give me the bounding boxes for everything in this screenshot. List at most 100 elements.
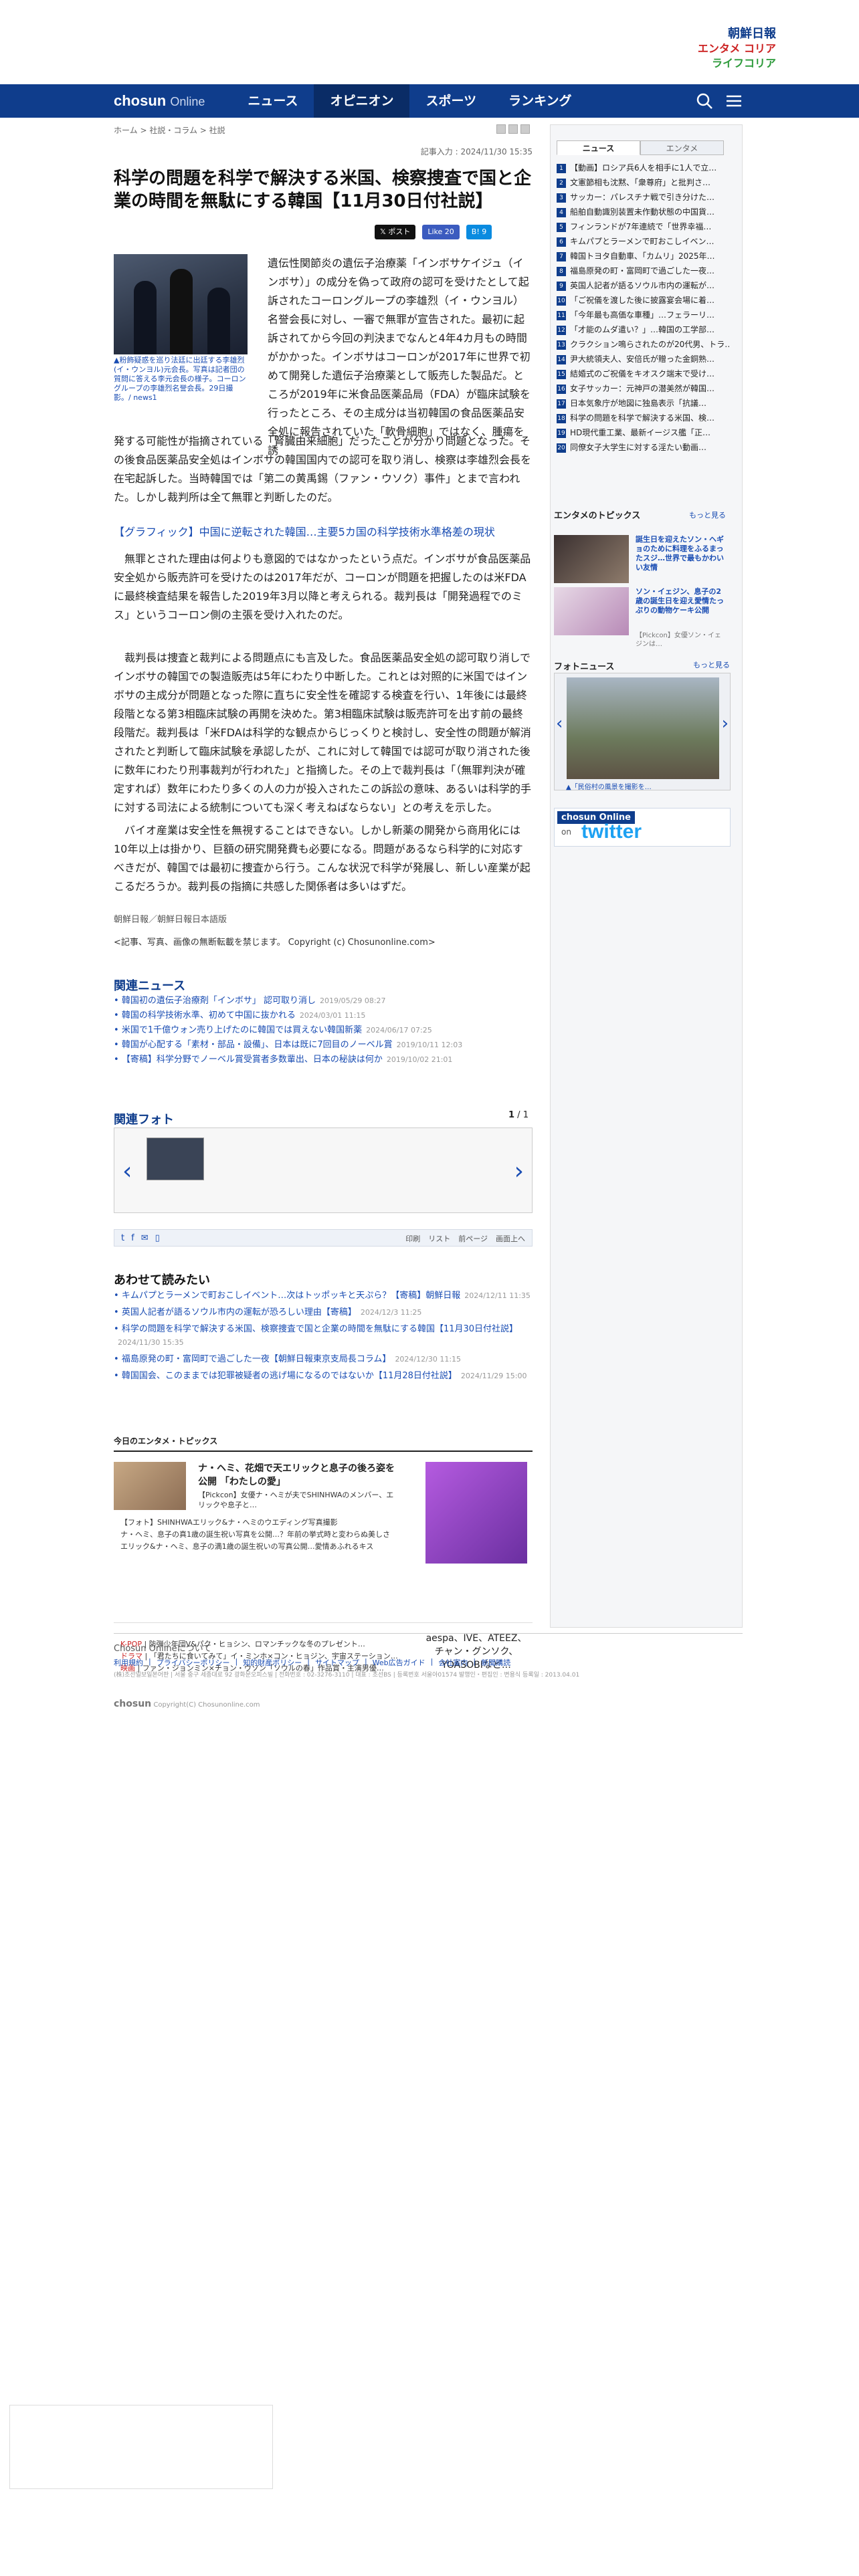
ranking-item[interactable]: 19 HD現代重工業、最新イージス艦「正… <box>557 425 729 440</box>
ranking-item[interactable]: 3 サッカー：パレスチナ戦で引き分けた… <box>557 190 729 205</box>
ranking-title[interactable]: 日本気象庁が地図に独島表示「抗議… <box>570 399 706 408</box>
ranking-title[interactable]: 同僚女子大学生に対する淫たい動画… <box>570 443 706 452</box>
menu-icon[interactable] <box>725 92 743 110</box>
list-item[interactable]: • 韓国が心配する「素材・部品・設備」、日本は既に7回目のノーベル賞 2019/1… <box>114 1038 533 1053</box>
ranking-title[interactable]: 科学の問題を科学で解決する米国、検… <box>570 413 714 423</box>
font-medium-icon[interactable] <box>508 124 518 134</box>
twitter-share-icon[interactable]: t <box>121 1233 124 1243</box>
list-item[interactable]: 【フォト】SHINHWAエリック&ナ・ヘミのウエディング写真撮影 <box>120 1517 408 1529</box>
nav-sports[interactable]: スポーツ <box>409 84 492 118</box>
entertainment-main-title[interactable]: ナ・ヘミ、花畑で天エリックと息子の後ろ姿を公開 「わたしの愛」 <box>198 1462 399 1489</box>
also-read-title[interactable]: 韓国国会、このままでは犯罪被疑者の逃げ場になるのではないか【11月28日付社説】 <box>122 1371 457 1381</box>
footer-link-ads[interactable]: Web広告ガイド <box>373 1657 425 1668</box>
tab-entame[interactable]: エンタメ <box>640 140 724 155</box>
footer-link-company[interactable]: 会社案内 <box>438 1657 468 1668</box>
ranking-title[interactable]: 韓国トヨタ自動車、「カムリ」2025年… <box>570 251 715 261</box>
related-news-title[interactable]: 韓国初の遺伝子治療剤「インボサ」 認可取り消し <box>122 996 316 1006</box>
list-link[interactable]: リスト <box>428 1233 450 1244</box>
topic-2-title[interactable]: ソン・イェジン、息子の2歳の誕生日を迎え愛情たっぷりの動物ケーキ公開 <box>636 587 727 615</box>
newspaper-logos[interactable]: 朝鮮日報 エンタメ コリア ライフコリア <box>696 27 776 74</box>
list-item[interactable]: • 韓国国会、このままでは犯罪被疑者の逃げ場になるのではないか【11月28日付社… <box>114 1370 533 1383</box>
ranking-item[interactable]: 11 「今年最も高価な車種」…フェラーリ… <box>557 308 729 322</box>
footer-link-sitemap[interactable]: サイトマップ <box>315 1657 359 1668</box>
breadcrumb-opinion[interactable]: 社説・コラム <box>149 126 197 135</box>
related-news-title[interactable]: 韓国が心配する「素材・部品・設備」、日本は既に7回目のノーベル賞 <box>122 1040 393 1050</box>
x-post-button[interactable]: 𝕏 ポスト <box>375 225 416 239</box>
footer-link-privacy[interactable]: プライバシーポリシー <box>157 1657 230 1668</box>
hatena-bookmark-button[interactable]: B! 9 <box>466 225 492 239</box>
page-top-link[interactable]: 画面上へ <box>496 1233 525 1244</box>
ranking-item[interactable]: 10 「ご祝儀を渡した後に披露宴会場に着… <box>557 293 729 308</box>
life-korea-logo[interactable]: ライフコリア <box>696 56 776 71</box>
carousel-next-icon[interactable]: › <box>722 714 729 734</box>
nav-ranking[interactable]: ランキング <box>492 84 587 118</box>
also-read-title[interactable]: 英国人記者が語るソウル市内の運転が恐ろしい理由【寄稿】 <box>122 1307 357 1317</box>
ranking-item[interactable]: 14 尹大統領夫人、安倍氏が贈った金銅熟… <box>557 352 729 366</box>
print-link[interactable]: 印刷 <box>405 1233 420 1244</box>
list-item[interactable]: • 米国で1千億ウォン売り上げたのに韓国では買えない韓国新薬 2024/06/17… <box>114 1023 533 1038</box>
photo-news-image[interactable] <box>567 677 719 779</box>
font-large-icon[interactable] <box>520 124 530 134</box>
ranking-item[interactable]: 5 フィンランドが7年連続で「世界幸福… <box>557 219 729 234</box>
print-icon[interactable]: ▯ <box>155 1233 160 1243</box>
footer-link-terms[interactable]: 利用規約 <box>114 1657 143 1668</box>
ranking-item[interactable]: 18 科学の問題を科学で解決する米国、検… <box>557 411 729 425</box>
ranking-item[interactable]: 7 韓国トヨタ自動車、「カムリ」2025年… <box>557 249 729 263</box>
topic-1-title[interactable]: 誕生日を迎えたソン・ヘギョのために料理をふるまったスジ…世界で最もかわいい友情 <box>636 535 727 572</box>
chosun-ilbo-logo[interactable]: 朝鮮日報 <box>696 27 776 41</box>
list-item[interactable]: • 韓国の科学技術水準、初めて中国に抜かれる 2024/03/01 11:15 <box>114 1008 533 1023</box>
ranking-title[interactable]: 女子サッカー：元神戸の潜美然が韓国… <box>570 384 714 393</box>
ranking-item[interactable]: 16 女子サッカー：元神戸の潜美然が韓国… <box>557 381 729 396</box>
related-news-title[interactable]: 米国で1千億ウォン売り上げたのに韓国では買えない韓国新薬 <box>122 1025 362 1035</box>
breadcrumb-editorial[interactable]: 社説 <box>209 126 225 135</box>
topic-1-photo[interactable] <box>554 535 629 583</box>
article-photo[interactable] <box>114 254 248 354</box>
entame-korea-logo[interactable]: エンタメ コリア <box>696 41 776 56</box>
ranking-title[interactable]: 船舶自動識別装置未作動状態の中国貨… <box>570 207 714 217</box>
related-news-title[interactable]: 韓国の科学技術水準、初めて中国に抜かれる <box>122 1010 296 1021</box>
site-brand[interactable]: chosun Online <box>114 92 205 110</box>
ranking-title[interactable]: 「才能のムダ遣い？」…韓国の工学部… <box>570 325 714 334</box>
nav-news[interactable]: ニュース <box>231 84 314 118</box>
ranking-title[interactable]: HD現代重工業、最新イージス艦「正… <box>570 428 710 437</box>
photo-news-caption[interactable]: ▲「民俗村の風景を撮影を… <box>566 781 652 791</box>
ranking-title[interactable]: 結婚式のご祝儀をキオスク端末で受け… <box>570 369 714 379</box>
ranking-item[interactable]: 20 同僚女子大学生に対する淫たい動画… <box>557 440 729 455</box>
footer-link-ip[interactable]: 知的財産ポリシー <box>243 1657 302 1668</box>
breadcrumb-home[interactable]: ホーム <box>114 126 138 135</box>
font-small-icon[interactable] <box>496 124 506 134</box>
ranking-title[interactable]: キムパプとラーメンで町おこしイベン… <box>570 237 714 246</box>
related-news-title[interactable]: 【寄稿】科学分野でノーベル賞受賞者多数輩出、日本の秘訣は何か <box>122 1055 383 1065</box>
ranking-title[interactable]: 【動画】ロシア兵6人を相手に1人で立… <box>570 163 717 173</box>
mail-icon[interactable]: ✉ <box>141 1233 149 1243</box>
list-item[interactable]: ナ・ヘミ、息子の真1歳の誕生祝い写真を公開…？年前の挙式時と変わらぬ美しさ <box>120 1529 408 1541</box>
list-item[interactable]: • 福島原発の町・富岡町で過ごした一夜【朝鮮日報東京支局長コラム】 2024/12… <box>114 1353 533 1366</box>
entertainment-side-photo[interactable] <box>425 1462 527 1564</box>
also-read-title[interactable]: 科学の問題を科学で解決する米国、検察捜査で国と企業の時間を無駄にする韓国【11月… <box>122 1324 518 1334</box>
tab-news[interactable]: ニュース <box>557 140 640 155</box>
twitter-banner[interactable]: chosun Online on twitter <box>554 808 731 847</box>
topic-2-photo[interactable] <box>554 587 629 635</box>
list-item[interactable]: • 英国人記者が語るソウル市内の運転が恐ろしい理由【寄稿】 2024/12/3 1… <box>114 1306 533 1319</box>
also-read-title[interactable]: キムパプとラーメンで町おこしイベント…次はトッポッキと天ぷら？【寄稿】朝鮮日報 <box>122 1291 460 1301</box>
list-item[interactable]: • 【寄稿】科学分野でノーベル賞受賞者多数輩出、日本の秘訣は何か 2019/10/… <box>114 1053 533 1067</box>
topics-more-link[interactable]: もっと見る <box>689 510 726 520</box>
ranking-title[interactable]: 尹大統領夫人、安倍氏が贈った金銅熟… <box>570 354 714 364</box>
ranking-title[interactable]: クラクション鳴らされたのが20代男、トラ… <box>570 340 729 349</box>
prev-page-link[interactable]: 前ページ <box>458 1233 488 1244</box>
facebook-like-button[interactable]: Like 20 <box>422 225 460 239</box>
ranking-item[interactable]: 4 船舶自動識別装置未作動状態の中国貨… <box>557 205 729 219</box>
ranking-title[interactable]: サッカー：パレスチナ戦で引き分けた… <box>570 193 714 202</box>
ranking-title[interactable]: 「ご祝儀を渡した後に披露宴会場に着… <box>570 296 714 305</box>
ranking-item[interactable]: 15 結婚式のご祝儀をキオスク端末で受け… <box>557 366 729 381</box>
nav-opinion[interactable]: オピニオン <box>314 84 410 118</box>
also-read-title[interactable]: 福島原発の町・富岡町で過ごした一夜【朝鮮日報東京支局長コラム】 <box>122 1354 391 1364</box>
footer-link-subscribe[interactable]: 新聞購読 <box>481 1657 510 1668</box>
ranking-item[interactable]: 13 クラクション鳴らされたのが20代男、トラ… <box>557 337 729 352</box>
ranking-item[interactable]: 8 福島原発の町・富岡町で過ごした一夜… <box>557 263 729 278</box>
list-item[interactable]: • キムパプとラーメンで町おこしイベント…次はトッポッキと天ぷら？【寄稿】朝鮮日… <box>114 1289 533 1303</box>
ranking-item[interactable]: 6 キムパプとラーメンで町おこしイベン… <box>557 234 729 249</box>
ranking-item[interactable]: 1 【動画】ロシア兵6人を相手に1人で立… <box>557 160 729 175</box>
ranking-item[interactable]: 12 「才能のムダ遣い？」…韓国の工学部… <box>557 322 729 337</box>
list-item[interactable]: • 韓国初の遺伝子治療剤「インボサ」 認可取り消し 2019/05/29 08:2… <box>114 994 533 1008</box>
